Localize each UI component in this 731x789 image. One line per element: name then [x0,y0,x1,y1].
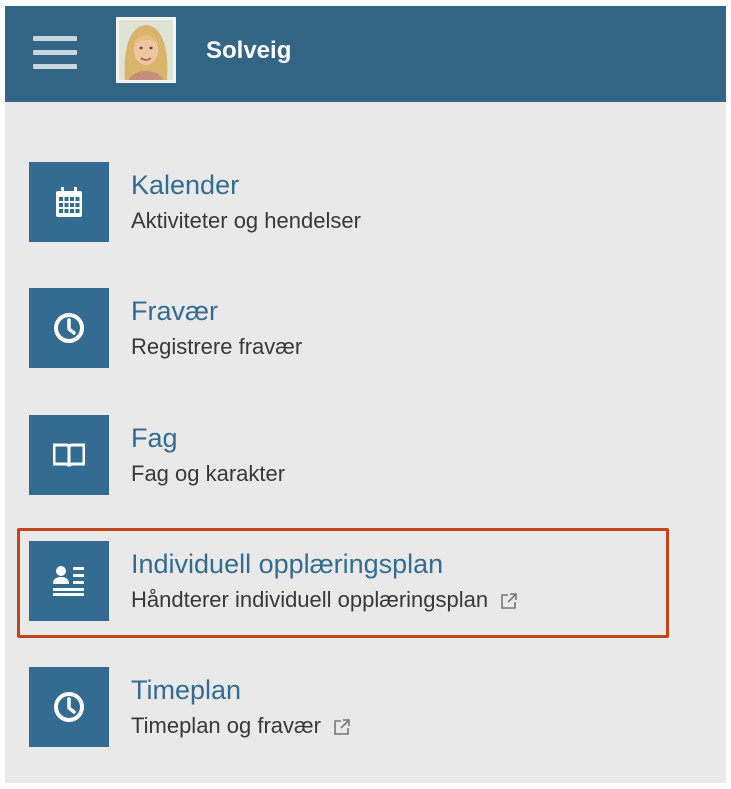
menu-item-subtitle: Registrere fravær [131,334,303,359]
calendar-icon [29,162,109,242]
book-icon [29,415,109,495]
app-header: Solveig [5,6,726,102]
menu-item-timeplan[interactable]: Timeplan Timeplan og fravær [29,667,669,747]
menu-item-subtitle-row: Timeplan og fravær [131,713,351,739]
menu-item-kalender[interactable]: Kalender Aktiviteter og hendelser [29,162,669,242]
individual-plan-icon [29,541,109,621]
avatar[interactable] [116,17,176,83]
menu-item-subtitle: Aktiviteter og hendelser [131,208,361,233]
external-link-icon [334,719,350,735]
menu-item-title: Fag [131,423,178,453]
external-link-icon [501,593,517,609]
clock-icon [29,667,109,747]
menu-item-subtitle: Fag og karakter [131,461,286,486]
app-container: Solveig Kalender Aktiviteter og hendelse… [5,6,726,783]
menu-item-subtitle: Timeplan og fravær [131,713,321,738]
menu-item-title: Fravær [131,296,218,326]
menu-item-title: Individuell opplæringsplan [131,549,444,579]
avatar-photo [119,20,173,80]
menu-item-fravaer[interactable]: Fravær Registrere fravær [29,288,669,368]
menu-item-fag[interactable]: Fag Fag og karakter [29,415,669,495]
menu-item-subtitle-row: Håndterer individuell opplæringsplan [131,587,518,613]
menu-item-title: Timeplan [131,675,242,705]
menu-item-individuell-opplaeringsplan[interactable]: Individuell opplæringsplan Håndterer ind… [29,541,669,621]
menu-item-subtitle: Håndterer individuell opplæringsplan [131,587,489,612]
hamburger-menu-icon[interactable] [33,36,77,70]
clock-icon [29,288,109,368]
user-name: Solveig [206,37,292,64]
menu-item-title: Kalender [131,170,240,200]
